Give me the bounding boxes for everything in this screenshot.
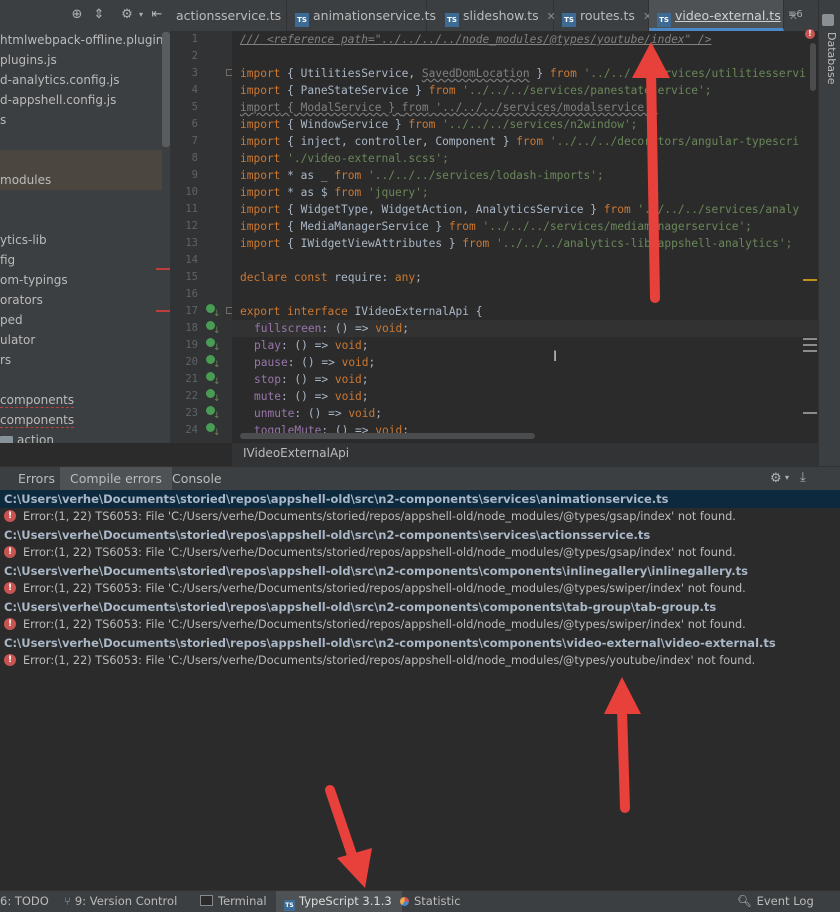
annotation-arrows xyxy=(325,42,670,888)
annotation-arrow-editor xyxy=(632,42,670,303)
annotation-arrow-statusbar xyxy=(325,785,372,888)
annotation-arrow-errors xyxy=(604,677,641,813)
